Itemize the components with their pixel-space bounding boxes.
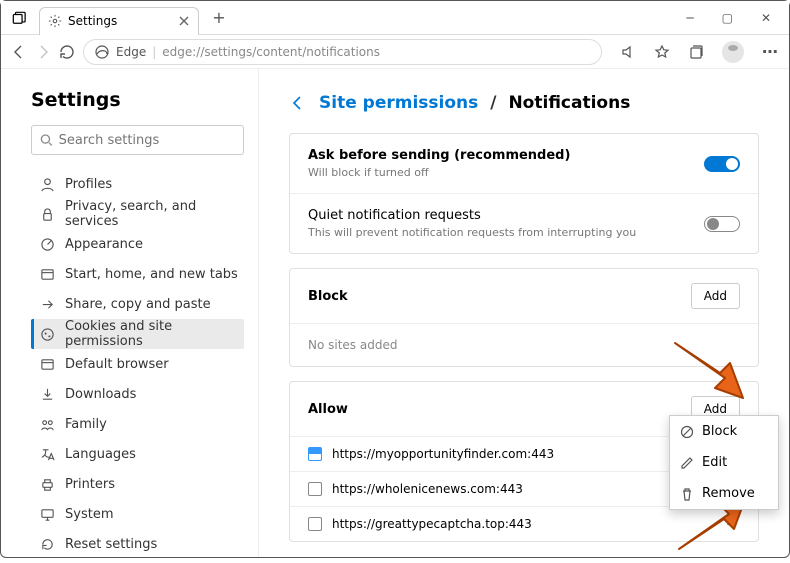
breadcrumb-crumb[interactable]: Site permissions [319,93,478,113]
sidebar-item-reset[interactable]: Reset settings [31,529,244,557]
address-bar: Edge | edge://settings/content/notificat… [1,35,789,69]
back-button[interactable] [11,44,27,60]
quiet-title: Quiet notification requests [308,208,704,223]
ctx-remove[interactable]: Remove [670,478,778,509]
family-icon [40,417,55,432]
trash-icon [680,487,694,501]
sidebar-item-family[interactable]: Family [31,409,244,439]
block-empty: No sites added [308,338,397,352]
download-icon [40,387,55,402]
reset-icon [40,537,55,552]
window-titlebar: Settings + ─ ▢ ✕ [1,1,789,35]
site-url: https://wholenicenews.com:443 [332,482,523,496]
read-aloud-icon[interactable] [620,44,636,60]
edge-icon [94,44,110,60]
site-icon [308,517,322,531]
sidebar-item-languages[interactable]: Languages [31,439,244,469]
block-add-button[interactable]: Add [691,283,740,309]
share-icon [40,297,55,312]
window-controls: ─ ▢ ✕ [686,11,789,25]
quiet-toggle[interactable] [704,216,740,232]
tabs-icon [40,267,55,282]
sidebar-item-start[interactable]: Start, home, and new tabs [31,259,244,289]
forward-button[interactable] [35,44,51,60]
printer-icon [40,477,55,492]
profile-icon [40,177,55,192]
ctx-block[interactable]: Block [670,416,778,447]
ask-desc: Will block if turned off [308,166,704,179]
ask-card: Ask before sending (recommended) Will bl… [289,133,759,254]
sidebar-item-profiles[interactable]: Profiles [31,169,244,199]
language-icon [40,447,55,462]
site-icon [308,447,322,461]
lock-icon [40,207,55,222]
system-icon [40,507,55,522]
minimize-button[interactable]: ─ [686,11,693,25]
new-tab-button[interactable]: + [205,6,233,30]
ask-title: Ask before sending (recommended) [308,148,704,163]
browser-icon [40,357,55,372]
sidebar-item-default-browser[interactable]: Default browser [31,349,244,379]
sidebar-item-printers[interactable]: Printers [31,469,244,499]
refresh-button[interactable] [59,44,75,60]
engine-label: Edge [116,45,146,59]
sidebar-item-privacy[interactable]: Privacy, search, and services [31,199,244,229]
annotation-arrow-1 [665,333,745,417]
tab-actions-button[interactable] [3,2,35,34]
tabs-icon [12,11,26,25]
sidebar-item-system[interactable]: System [31,499,244,529]
site-url: https://myopportunityfinder.com:443 [332,447,554,461]
sidebar-item-appearance[interactable]: Appearance [31,229,244,259]
sidebar-item-share[interactable]: Share, copy and paste [31,289,244,319]
site-icon [308,482,322,496]
settings-sidebar: Settings Profiles Privacy, search, and s… [1,69,259,557]
cookie-icon [40,327,55,342]
browser-tab-settings[interactable]: Settings [39,7,199,35]
ctx-edit[interactable]: Edit [670,447,778,478]
ask-toggle[interactable] [704,156,740,172]
profile-avatar[interactable] [722,41,744,63]
block-icon [680,425,694,439]
allow-title: Allow [308,402,691,417]
site-context-menu: Block Edit Remove [669,415,779,510]
more-menu-button[interactable]: ⋯ [762,42,779,61]
gear-icon [48,14,62,28]
url-field[interactable]: Edge | edge://settings/content/notificat… [83,39,602,65]
breadcrumb-current: Notifications [508,93,630,113]
search-settings-input[interactable] [31,125,244,155]
tab-title: Settings [68,14,117,28]
breadcrumb: Site permissions / Notifications [289,93,759,113]
quiet-desc: This will prevent notification requests … [308,226,704,239]
pencil-icon [680,456,694,470]
favorites-icon[interactable] [654,44,670,60]
search-icon [40,133,53,147]
back-arrow-icon[interactable] [289,94,307,112]
collections-icon[interactable] [688,44,704,60]
site-url: https://greattypecaptcha.top:443 [332,517,532,531]
maximize-button[interactable]: ▢ [722,11,733,25]
sidebar-item-cookies[interactable]: Cookies and site permissions [31,319,244,349]
close-icon[interactable] [178,15,190,27]
settings-heading: Settings [31,89,244,111]
close-window-button[interactable]: ✕ [761,11,771,25]
url-text: edge://settings/content/notifications [162,45,380,59]
block-title: Block [308,289,691,304]
paint-icon [40,237,55,252]
sidebar-item-downloads[interactable]: Downloads [31,379,244,409]
